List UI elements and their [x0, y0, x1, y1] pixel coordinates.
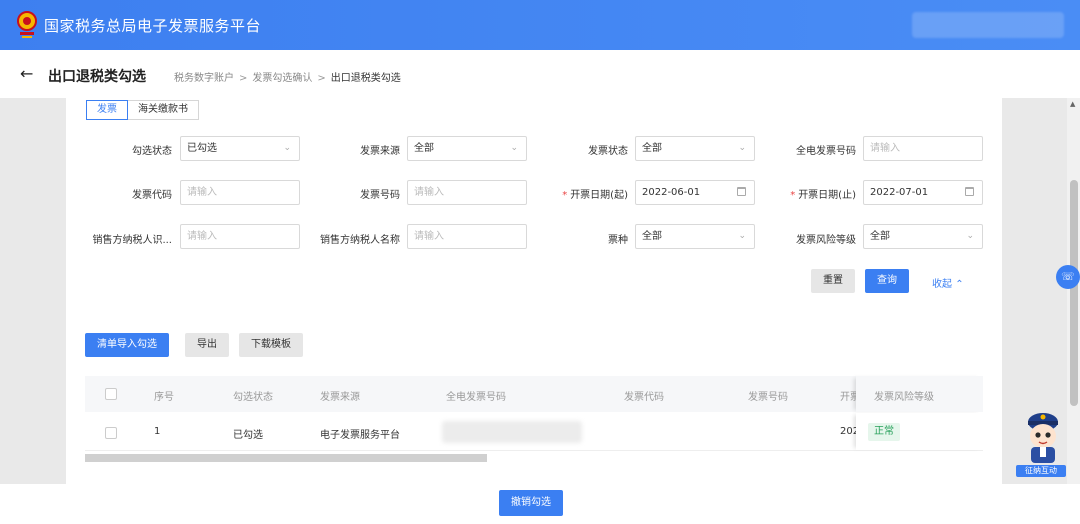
back-arrow-icon[interactable]: ← [20, 64, 33, 83]
check-status-select[interactable]: 已勾选 ⌄ [180, 136, 300, 161]
seller-tax-id-input[interactable]: 请输入 [180, 224, 300, 249]
import-check-button[interactable]: 清单导入勾选 [85, 333, 169, 357]
headset-support-icon[interactable]: ☏ [1056, 265, 1080, 289]
fixed-risk-column-header: 发票风险等级 [856, 376, 983, 412]
invoice-source-select[interactable]: 全部 ⌄ [407, 136, 527, 161]
cell-check-status: 已勾选 [233, 430, 263, 441]
cancel-check-button[interactable]: 撤销勾选 [499, 490, 563, 516]
invoice-no-label: 发票号码 [360, 190, 400, 201]
breadcrumb: 税务数字账户 > 发票勾选确认 > 出口退税类勾选 [174, 69, 401, 84]
user-info-blurred[interactable] [912, 12, 1064, 38]
chevron-down-icon: ⌄ [738, 143, 746, 153]
risk-status-badge: 正常 [868, 423, 900, 441]
download-template-button[interactable]: 下载模板 [239, 333, 303, 357]
page-title: 出口退税类勾选 [48, 69, 146, 85]
invoice-code-input[interactable]: 请输入 [180, 180, 300, 205]
collapse-link[interactable]: 收起 ⌃ [932, 275, 964, 290]
cell-index: 1 [154, 426, 161, 437]
assistant-label[interactable]: 征纳互动 [1016, 465, 1066, 477]
breadcrumb-item[interactable]: 发票勾选确认 [252, 73, 312, 84]
required-mark: * [562, 190, 568, 201]
chevron-up-icon: ⌃ [955, 279, 964, 290]
invoice-code-label: 发票代码 [132, 190, 172, 201]
page-header: ← 出口退税类勾选 税务数字账户 > 发票勾选确认 > 出口退税类勾选 [0, 50, 1080, 98]
select-all-checkbox[interactable] [105, 388, 117, 400]
invoice-no-input[interactable]: 请输入 [407, 180, 527, 205]
reset-button[interactable]: 重置 [811, 269, 855, 293]
invoice-source-value: 全部 [414, 143, 434, 154]
issue-date-end-label-text: 开票日期(止) [798, 190, 856, 201]
scroll-up-icon[interactable]: ▲ [1070, 100, 1075, 108]
full-invoice-no-input[interactable]: 请输入 [863, 136, 983, 161]
breadcrumb-current: 出口退税类勾选 [330, 73, 401, 84]
full-invoice-no-label: 全电发票号码 [796, 146, 856, 157]
breadcrumb-separator: > [239, 73, 248, 84]
table-row[interactable]: 1 已勾选 电子发票服务平台 202 正常 [85, 413, 983, 451]
issue-date-start-value: 2022-06-01 [642, 187, 701, 198]
issue-date-end-value: 2022-07-01 [870, 187, 929, 198]
tax-emblem-icon [17, 11, 37, 38]
col-risk-level: 发票风险等级 [874, 392, 934, 403]
main-panel: 发票 海关缴款书 勾选状态 已勾选 ⌄ 发票来源 全部 ⌄ 发票状态 全部 ⌄ … [66, 98, 1002, 484]
issue-date-start-label: * 开票日期(起) [536, 186, 628, 201]
tab-invoice[interactable]: 发票 [86, 100, 128, 120]
risk-level-select[interactable]: 全部 ⌄ [863, 224, 983, 249]
bottom-action-bar: 撤销勾选 [0, 484, 1080, 524]
check-status-value: 已勾选 [187, 143, 217, 154]
table-header: 序号 勾选状态 发票来源 全电发票号码 发票代码 发票号码 开票 发票风险等级 [85, 376, 983, 412]
chevron-down-icon: ⌄ [738, 231, 746, 241]
invoice-type-label: 票种 [608, 235, 628, 246]
page-vertical-scrollbar[interactable]: ▲ [1067, 98, 1080, 484]
invoice-status-value: 全部 [642, 143, 662, 154]
export-button[interactable]: 导出 [185, 333, 229, 357]
invoice-type-value: 全部 [642, 231, 662, 242]
chevron-down-icon: ⌄ [966, 231, 974, 241]
row-checkbox[interactable] [105, 427, 117, 439]
issue-date-end-label: * 开票日期(止) [762, 186, 856, 201]
risk-level-label: 发票风险等级 [796, 235, 856, 246]
fixed-risk-column-cell: 正常 [856, 413, 983, 450]
seller-name-input[interactable]: 请输入 [407, 224, 527, 249]
invoice-type-select[interactable]: 全部 ⌄ [635, 224, 755, 249]
col-invoice-no: 发票号码 [748, 392, 788, 403]
required-mark: * [790, 190, 796, 201]
risk-level-value: 全部 [870, 231, 890, 242]
chevron-down-icon: ⌄ [283, 143, 291, 153]
invoice-status-select[interactable]: 全部 ⌄ [635, 136, 755, 161]
breadcrumb-item[interactable]: 税务数字账户 [174, 73, 234, 84]
calendar-icon [965, 187, 974, 196]
issue-date-start-picker[interactable]: 2022-06-01 [635, 180, 755, 205]
check-status-label: 勾选状态 [132, 146, 172, 157]
cell-source: 电子发票服务平台 [320, 430, 400, 441]
col-check-status: 勾选状态 [233, 392, 273, 403]
col-source: 发票来源 [320, 392, 360, 403]
search-button[interactable]: 查询 [865, 269, 909, 293]
invoice-status-label: 发票状态 [588, 146, 628, 157]
issue-date-end-picker[interactable]: 2022-07-01 [863, 180, 983, 205]
issue-date-start-label-text: 开票日期(起) [570, 190, 628, 201]
breadcrumb-separator: > [317, 73, 326, 84]
top-header: 国家税务总局电子发票服务平台 [0, 0, 1080, 50]
chevron-down-icon: ⌄ [510, 143, 518, 153]
calendar-icon [737, 187, 746, 196]
scrollbar-thumb[interactable] [1070, 180, 1078, 406]
table-horizontal-scrollbar[interactable] [85, 454, 487, 462]
col-index: 序号 [154, 392, 174, 403]
tab-bar: 发票 海关缴款书 [86, 100, 199, 120]
col-full-invoice-no: 全电发票号码 [446, 392, 506, 403]
platform-title: 国家税务总局电子发票服务平台 [44, 17, 262, 35]
seller-name-label: 销售方纳税人名称 [320, 235, 400, 246]
collapse-label: 收起 [932, 279, 952, 290]
cell-full-invoice-no-blurred [442, 421, 582, 443]
tab-customs-payment[interactable]: 海关缴款书 [128, 100, 199, 120]
seller-tax-id-label: 销售方纳税人识... [92, 235, 172, 246]
col-invoice-code: 发票代码 [624, 392, 664, 403]
invoice-source-label: 发票来源 [360, 146, 400, 157]
